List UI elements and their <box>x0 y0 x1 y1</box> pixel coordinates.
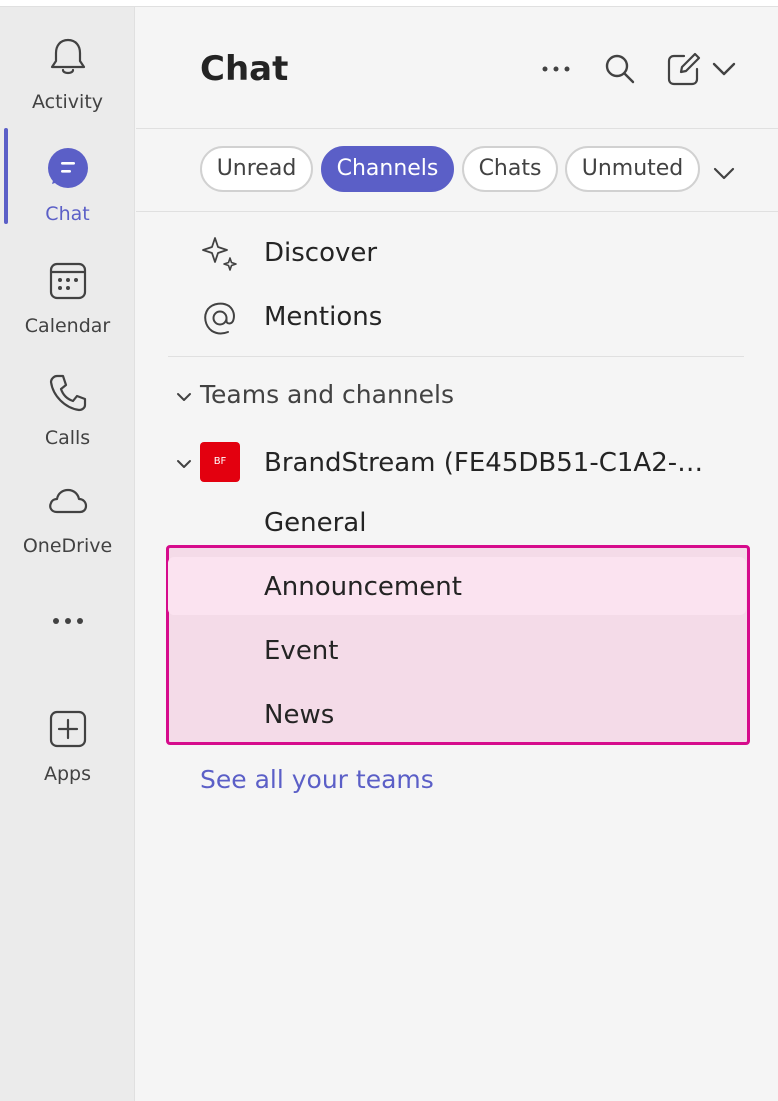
rail-item-apps[interactable]: Apps <box>0 692 135 792</box>
channel-general[interactable]: General <box>264 508 366 538</box>
page-title: Chat <box>200 49 289 89</box>
rail-more-button[interactable] <box>0 591 135 651</box>
chevron-down-icon <box>177 393 191 401</box>
collapse-team-toggle[interactable] <box>172 452 196 476</box>
rail-item-activity[interactable]: Activity <box>0 20 135 120</box>
chevron-down-icon <box>712 62 736 76</box>
new-chat-options-dropdown[interactable] <box>708 53 740 85</box>
app-rail: Activity Chat Calendar Calls OneDrive Ap… <box>0 7 135 1101</box>
compose-icon <box>667 52 701 86</box>
bell-icon <box>50 38 86 75</box>
more-horizontal-icon <box>53 618 83 624</box>
team-avatar: BF <box>200 442 240 482</box>
rail-item-onedrive[interactable]: OneDrive <box>0 464 135 564</box>
chevron-down-icon <box>177 460 191 468</box>
search-button[interactable] <box>600 49 640 89</box>
chat-list-pane: Chat Unread Channels Chats Unmuted Disco… <box>136 7 778 1101</box>
cloud-icon <box>49 488 88 514</box>
discover-label: Discover <box>264 238 378 268</box>
channel-announcement[interactable]: Announcement <box>264 572 462 602</box>
chevron-down-icon <box>713 167 735 180</box>
rail-item-chat[interactable]: Chat <box>0 132 135 232</box>
rail-label-chat: Chat <box>45 203 90 225</box>
team-name[interactable]: BrandStream (FE45DB51-C1A2-40... <box>264 448 714 478</box>
rail-item-calendar[interactable]: Calendar <box>0 244 135 344</box>
filters-more-dropdown[interactable] <box>708 157 740 189</box>
see-all-teams-link[interactable]: See all your teams <box>200 765 434 794</box>
rail-item-calls[interactable]: Calls <box>0 356 135 456</box>
filter-channels[interactable]: Channels <box>321 146 454 192</box>
rail-label-apps: Apps <box>43 763 92 785</box>
sparkle-icon <box>202 237 237 271</box>
more-options-button[interactable] <box>536 51 576 87</box>
rail-label-calls: Calls <box>44 427 91 449</box>
collapse-section-toggle[interactable] <box>172 385 196 409</box>
channel-news[interactable]: News <box>264 700 334 730</box>
section-title: Teams and channels <box>200 380 454 409</box>
new-chat-button[interactable] <box>664 49 704 89</box>
section-divider <box>168 356 744 357</box>
filter-unread[interactable]: Unread <box>200 146 313 192</box>
mentions-item[interactable]: Mentions <box>168 288 744 346</box>
filters-divider <box>136 211 778 212</box>
filter-unmuted[interactable]: Unmuted <box>565 146 700 192</box>
rail-label-onedrive: OneDrive <box>22 535 113 557</box>
chat-icon <box>48 148 88 188</box>
calendar-icon <box>49 262 87 300</box>
more-horizontal-icon <box>542 66 570 72</box>
at-sign-icon <box>204 302 235 335</box>
header-divider <box>136 128 778 129</box>
filter-chats[interactable]: Chats <box>462 146 558 192</box>
rail-label-calendar: Calendar <box>24 315 111 337</box>
channel-event[interactable]: Event <box>264 636 338 666</box>
phone-icon <box>49 374 87 412</box>
apps-icon <box>49 710 87 748</box>
rail-label-activity: Activity <box>31 91 104 113</box>
window-top-border <box>0 0 778 7</box>
mentions-label: Mentions <box>264 302 383 332</box>
discover-item[interactable]: Discover <box>168 224 744 282</box>
search-icon <box>605 54 635 84</box>
